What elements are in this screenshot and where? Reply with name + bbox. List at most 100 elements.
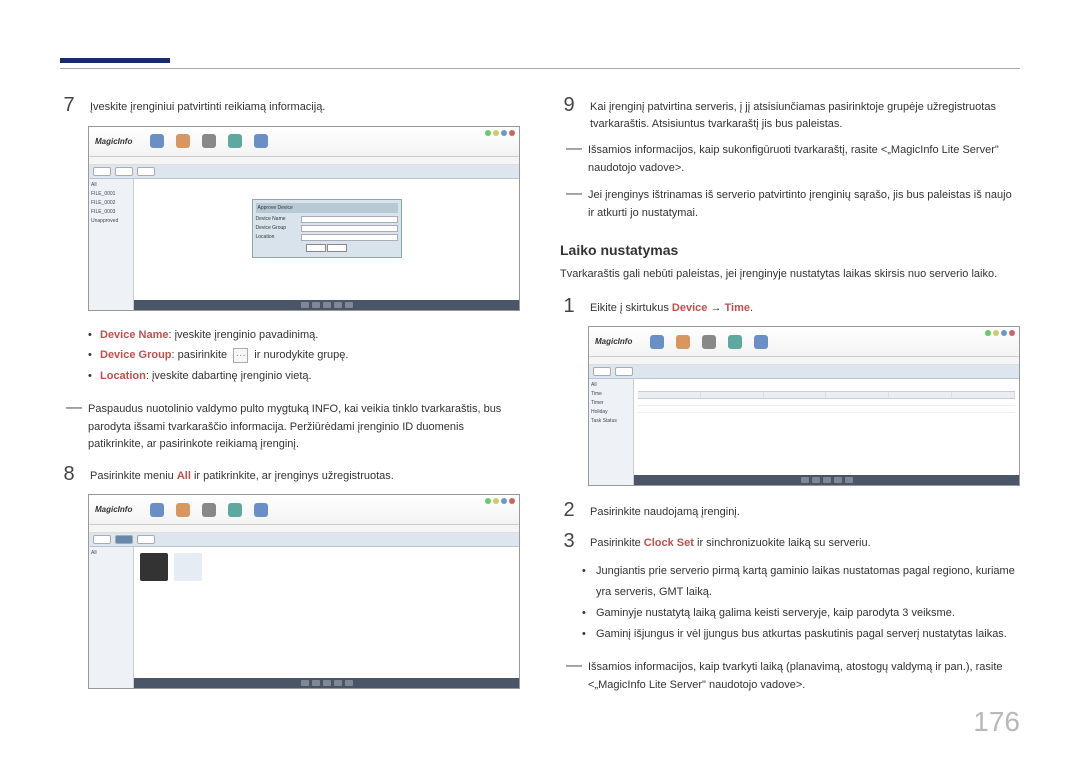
arrow: → xyxy=(707,302,724,314)
dialog-field-row: Device Group xyxy=(256,225,398,232)
field-desc: ir nurodykite grupę. xyxy=(254,349,348,361)
sidebar: All xyxy=(89,547,134,688)
note: ― Paspaudus nuotolinio valdymo pulto myg… xyxy=(66,401,520,454)
toolbar-button[interactable] xyxy=(93,167,111,176)
app-body: All xyxy=(89,547,519,688)
left-column: 7 Įveskite įrenginiui patvirtinti reikia… xyxy=(60,95,520,704)
app-logo: MagicInfo xyxy=(95,137,132,146)
sidebar-item[interactable]: Holiday xyxy=(591,408,631,417)
header-rule xyxy=(60,68,1020,69)
step-text: Kai įrenginį patvirtina serveris, į jį a… xyxy=(590,95,1020,132)
device-group-input[interactable] xyxy=(301,225,398,232)
step-text: Įveskite įrenginiui patvirtinti reikiamą… xyxy=(90,95,520,116)
sidebar-item[interactable]: FILE_0003 xyxy=(91,208,131,217)
content-columns: 7 Įveskite įrenginiui patvirtinti reikia… xyxy=(60,95,1020,704)
sidebar-item[interactable]: FILE_0002 xyxy=(91,199,131,208)
text: Eikite į skirtukus xyxy=(590,302,672,314)
toolbar-button[interactable] xyxy=(593,367,611,376)
app-banner: MagicInfo xyxy=(89,127,519,157)
list-item: Device Group: pasirinkite ··· ir nurodyk… xyxy=(88,345,520,366)
sidebar-item[interactable]: FILE_0001 xyxy=(91,190,131,199)
location-input[interactable] xyxy=(301,234,398,241)
ok-button[interactable] xyxy=(306,244,326,252)
toolbar-button[interactable] xyxy=(615,367,633,376)
table-row[interactable] xyxy=(638,406,1015,413)
text: . xyxy=(750,302,753,314)
nav-icon[interactable] xyxy=(254,503,268,517)
time-table xyxy=(638,391,1015,413)
step-3: 3 Pasirinkite Clock Set ir sinchronizuok… xyxy=(560,531,1020,552)
note-text: Jei įrenginys ištrinamas iš serverio pat… xyxy=(588,187,1020,222)
main-pane: Approve Device Device Name Device Group … xyxy=(134,179,519,310)
toolbar-button[interactable] xyxy=(137,167,155,176)
nav-icon[interactable] xyxy=(202,503,216,517)
text: ir patikrinkite, ar įrenginys užregistru… xyxy=(191,470,394,482)
toolbar-button[interactable] xyxy=(137,535,155,544)
sidebar-item[interactable]: Time xyxy=(591,390,631,399)
nav-icon[interactable] xyxy=(176,134,190,148)
step-number: 8 xyxy=(60,464,78,485)
dialog-title: Approve Device xyxy=(256,203,398,213)
note: ― Jei įrenginys ištrinamas iš serverio p… xyxy=(566,187,1020,222)
step-number: 1 xyxy=(560,296,578,317)
dash-icon: ― xyxy=(566,659,582,694)
nav-icon[interactable] xyxy=(702,335,716,349)
toolbar-button[interactable] xyxy=(93,535,111,544)
step-text: Pasirinkite meniu All ir patikrinkite, a… xyxy=(90,464,520,485)
step-2: 2 Pasirinkite naudojamą įrenginį. xyxy=(560,500,1020,521)
app-banner: MagicInfo xyxy=(89,495,519,525)
text: Pasirinkite xyxy=(590,537,644,549)
section-intro: Tvarkaraštis gali nebūti paleistas, jei … xyxy=(560,266,1020,284)
tabbar xyxy=(89,525,519,533)
nav-icon[interactable] xyxy=(228,134,242,148)
nav-icon[interactable] xyxy=(150,134,164,148)
nav-icon[interactable] xyxy=(650,335,664,349)
sidebar-item[interactable]: All xyxy=(91,181,131,190)
nav-icon[interactable] xyxy=(228,503,242,517)
sidebar-item[interactable]: All xyxy=(591,381,631,390)
step-8: 8 Pasirinkite meniu All ir patikrinkite,… xyxy=(60,464,520,485)
nav-icon[interactable] xyxy=(150,503,164,517)
toolbar xyxy=(589,365,1019,379)
dialog-field-row: Device Name xyxy=(256,216,398,223)
toolbar-button[interactable] xyxy=(115,535,133,544)
nav-icons xyxy=(150,134,268,148)
nav-icon[interactable] xyxy=(202,134,216,148)
sidebar-item[interactable]: Task Status xyxy=(591,417,631,426)
sidebar-item[interactable]: Timer xyxy=(591,399,631,408)
field-name: Device Name xyxy=(100,329,169,341)
nav-icon[interactable] xyxy=(728,335,742,349)
list-item: Device Name: įveskite įrenginio pavadini… xyxy=(88,325,520,346)
app-banner: MagicInfo xyxy=(589,327,1019,357)
field-name: Device Group xyxy=(100,349,172,361)
nav-icon[interactable] xyxy=(176,503,190,517)
cancel-button[interactable] xyxy=(327,244,347,252)
device-name-input[interactable] xyxy=(301,216,398,223)
step-9: 9 Kai įrenginį patvirtina serveris, į jį… xyxy=(560,95,1020,132)
main-pane xyxy=(134,547,519,688)
sidebar-item[interactable]: Unapproved xyxy=(91,217,131,226)
text: Pasirinkite meniu xyxy=(90,470,177,482)
nav-icon[interactable] xyxy=(754,335,768,349)
app-footer xyxy=(134,300,519,310)
toolbar xyxy=(89,165,519,179)
toolbar-button[interactable] xyxy=(115,167,133,176)
clock-set: Clock Set xyxy=(644,537,694,549)
list-item: Gaminį išjungus ir vėl įjungus bus atkur… xyxy=(582,624,1020,645)
table-row[interactable] xyxy=(638,399,1015,406)
step-1: 1 Eikite į skirtukus Device → Time. xyxy=(560,296,1020,317)
browse-icon[interactable]: ··· xyxy=(233,348,248,363)
app-footer xyxy=(634,475,1019,485)
app-logo: MagicInfo xyxy=(595,337,632,346)
nav-icon[interactable] xyxy=(676,335,690,349)
nav-icon[interactable] xyxy=(254,134,268,148)
sidebar-item[interactable]: All xyxy=(91,549,131,558)
device-thumb[interactable] xyxy=(140,553,168,581)
toolbar xyxy=(89,533,519,547)
sidebar: All FILE_0001 FILE_0002 FILE_0003 Unappr… xyxy=(89,179,134,310)
app-body: All FILE_0001 FILE_0002 FILE_0003 Unappr… xyxy=(89,179,519,310)
device-thumb[interactable] xyxy=(174,553,202,581)
note: ― Išsamios informacijos, kaip tvarkyti l… xyxy=(566,659,1020,694)
step-number: 7 xyxy=(60,95,78,116)
text: ir sinchronizuokite laiką su serveriu. xyxy=(694,537,871,549)
